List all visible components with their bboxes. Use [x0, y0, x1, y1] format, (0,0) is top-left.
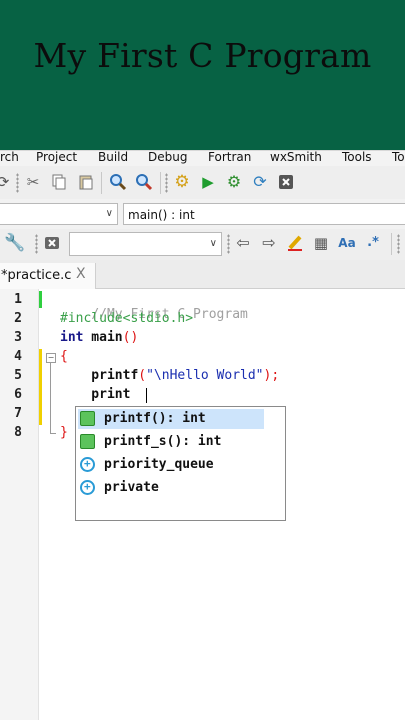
chevron-down-icon: ∨ [209, 238, 217, 249]
code-line-3: int main() [60, 330, 139, 345]
rebuild-icon[interactable]: ⟳ [251, 173, 269, 191]
match-case-icon[interactable]: Aa [338, 234, 356, 252]
toolbar-separator [391, 233, 392, 255]
run-icon[interactable]: ▶ [199, 173, 217, 191]
line-number: 8 [14, 425, 22, 440]
redo-icon[interactable]: ⟳ [0, 173, 12, 191]
arrow-left-icon[interactable]: ⇦ [234, 234, 252, 252]
autocomplete-item-printf[interactable]: printf(): int [78, 409, 264, 429]
code-line-2: #include<stdio.h> [60, 311, 194, 326]
replace-icon[interactable] [135, 173, 153, 191]
autocomplete-popup: printf(): int printf_s(): int priority_q… [75, 406, 286, 521]
menu-search[interactable]: rch [0, 151, 19, 164]
line-number: 6 [14, 387, 22, 402]
build-gear-icon[interactable]: ⚙ [173, 173, 191, 191]
autocomplete-item-private[interactable]: private [78, 478, 264, 498]
chevron-down-icon: ∨ [105, 208, 113, 219]
scope-combo[interactable]: ∨ [0, 203, 118, 225]
menu-tools[interactable]: Tools [342, 151, 372, 164]
paste-icon[interactable] [77, 173, 95, 191]
find-icon[interactable] [109, 173, 127, 191]
abort-icon[interactable] [277, 173, 295, 191]
close-icon[interactable]: X [76, 266, 86, 282]
menu-debug[interactable]: Debug [148, 151, 187, 164]
editor-tab-bar: *practice.c X [0, 260, 405, 289]
copy-icon[interactable] [50, 173, 68, 191]
line-number: 2 [14, 311, 22, 326]
tab-practice-c[interactable]: *practice.c X [0, 263, 96, 289]
code-line-4: { [60, 349, 68, 364]
autocomplete-item-printf-s[interactable]: printf_s(): int [78, 432, 264, 452]
cut-icon[interactable]: ✂ [24, 173, 42, 191]
build-run-icon[interactable]: ⚙ [225, 173, 243, 191]
toolbar-grip[interactable] [16, 173, 19, 193]
function-icon [80, 434, 95, 449]
class-icon [80, 457, 95, 472]
regex-icon[interactable]: .* [364, 234, 382, 252]
code-line-5: printf("\nHello World"); [60, 368, 280, 383]
search-toolbar: 🔧 ∨ ⇦ ⇨ ▦ Aa .* [0, 229, 405, 261]
toolbar-grip[interactable] [165, 173, 168, 193]
line-number: 7 [14, 406, 22, 421]
menu-tools-plus[interactable]: To [392, 151, 405, 164]
toolbar-grip[interactable] [397, 234, 400, 254]
toolbar-grip[interactable] [35, 234, 38, 254]
changed-line-marker [39, 291, 42, 308]
wrench-icon[interactable]: 🔧 [4, 234, 25, 252]
text-cursor [146, 388, 147, 403]
toolbar-grip[interactable] [227, 234, 230, 254]
line-number-gutter: 1 2 3 4 5 6 7 8 [0, 289, 39, 720]
toolbar-separator [101, 172, 102, 194]
autocomplete-item-priority-queue[interactable]: priority_queue [78, 455, 264, 475]
line-number: 4 [14, 349, 22, 364]
class-icon [80, 480, 95, 495]
menu-fortran[interactable]: Fortran [208, 151, 251, 164]
title-banner: My First C Program [0, 0, 405, 150]
highlight-icon[interactable] [286, 234, 304, 252]
menu-bar: rch Project Build Debug Fortran wxSmith … [0, 150, 405, 166]
line-number: 5 [14, 368, 22, 383]
line-number: 3 [14, 330, 22, 345]
menu-build[interactable]: Build [98, 151, 128, 164]
selected-text-icon[interactable]: ▦ [312, 234, 330, 252]
function-icon [80, 411, 95, 426]
main-toolbar: ⟳ ✂ ⚙ ▶ ⚙ ⟳ [0, 166, 405, 200]
fold-line-end [50, 433, 56, 434]
line-number: 1 [14, 292, 22, 307]
function-combo[interactable]: main() : int [123, 203, 405, 225]
code-line-6: print [60, 387, 131, 402]
clear-search-icon[interactable] [43, 234, 61, 252]
search-input[interactable]: ∨ [69, 232, 222, 256]
toolbar-separator [160, 172, 161, 194]
banner-title: My First C Program [33, 36, 372, 75]
menu-wxsmith[interactable]: wxSmith [270, 151, 322, 164]
code-line-8: } [60, 425, 68, 440]
menu-project[interactable]: Project [36, 151, 77, 164]
fold-line [50, 363, 51, 433]
tab-label: *practice.c [1, 268, 72, 283]
fold-collapse-icon[interactable]: − [46, 353, 56, 363]
changed-line-marker [39, 349, 42, 425]
function-combo-value: main() : int [128, 208, 195, 222]
code-completion-toolbar: ∨ main() : int [0, 199, 405, 230]
arrow-right-icon[interactable]: ⇨ [260, 234, 278, 252]
